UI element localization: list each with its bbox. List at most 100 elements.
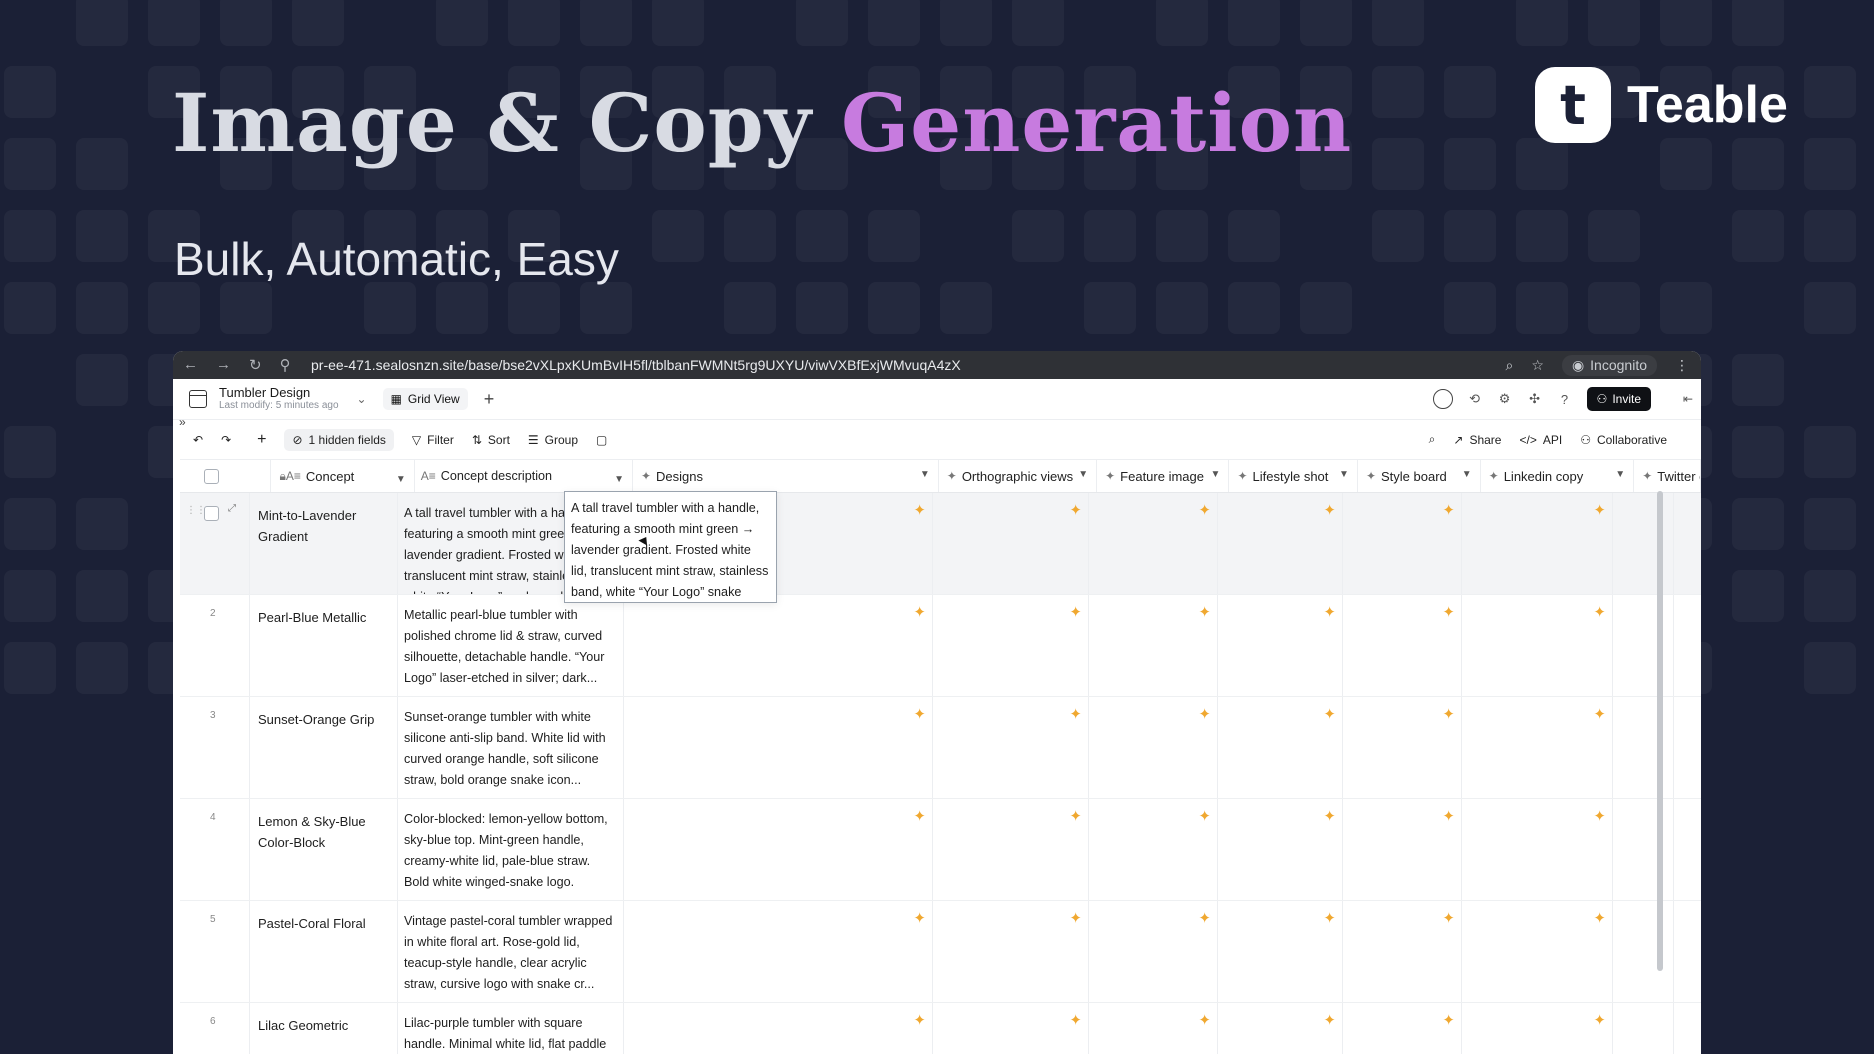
caret-down-icon[interactable]: ▼ xyxy=(1615,469,1625,480)
table-row[interactable]: ⋮⋮ ⤢ Mint-to-Lavender Gradient A tall trave… xyxy=(180,493,1701,595)
ai-generate-cell[interactable]: ✦ xyxy=(1462,595,1613,696)
ai-generate-cell[interactable]: ✦ xyxy=(933,493,1089,594)
ai-generate-cell[interactable]: ✦ xyxy=(1462,697,1613,798)
ai-generate-cell[interactable]: ✦ xyxy=(1218,901,1343,1002)
ai-generate-cell[interactable]: ✦ xyxy=(933,595,1089,696)
ai-generate-cell[interactable]: ✦ xyxy=(1218,799,1343,900)
ai-sparkle-icon[interactable]: ✦ xyxy=(1069,603,1082,621)
table-row[interactable]: 4 Lemon & Sky-Blue Color-Block Color-block… xyxy=(180,799,1701,901)
browser-menu-icon[interactable]: ⋮ xyxy=(1675,357,1689,374)
ai-sparkle-icon[interactable]: ✦ xyxy=(913,705,926,723)
ai-generate-cell[interactable] xyxy=(1613,595,1674,696)
ai-sparkle-icon[interactable]: ✦ xyxy=(1593,909,1606,927)
row-number-cell[interactable]: 2 xyxy=(180,595,250,696)
row-number-cell[interactable]: 4 xyxy=(180,799,250,900)
column-header-orthographic-views[interactable]: ✦ Orthographic views ▼ xyxy=(939,460,1098,492)
column-header-feature-image[interactable]: ✦ Feature image ▼ xyxy=(1097,460,1230,492)
ai-sparkle-icon[interactable]: ✦ xyxy=(1198,705,1211,723)
ai-generate-cell[interactable]: ✦ xyxy=(1343,697,1462,798)
ai-generate-cell[interactable]: ✦ xyxy=(1462,901,1613,1002)
add-view-button[interactable]: + xyxy=(484,389,495,410)
ai-generate-cell[interactable]: ✦ xyxy=(1089,595,1218,696)
ai-sparkle-icon[interactable]: ✦ xyxy=(1442,1011,1455,1029)
ai-generate-cell[interactable]: ✦ xyxy=(1462,1003,1613,1054)
ai-generate-cell[interactable] xyxy=(1613,901,1674,1002)
ai-generate-cell[interactable]: ✦ xyxy=(1343,901,1462,1002)
ai-sparkle-icon[interactable]: ✦ xyxy=(1069,807,1082,825)
ai-sparkle-icon[interactable]: ✦ xyxy=(1069,1011,1082,1029)
undo-icon[interactable]: ↶ xyxy=(193,433,203,447)
ai-generate-cell[interactable]: ✦ xyxy=(1462,493,1613,594)
ai-sparkle-icon[interactable]: ✦ xyxy=(1198,807,1211,825)
row-height-icon[interactable]: ▢ xyxy=(596,433,607,447)
table-title[interactable]: Tumbler Design Last modify: 5 minutes ag… xyxy=(219,386,339,412)
cell-concept-description[interactable]: Vintage pastel-coral tumbler wrapped in … xyxy=(398,901,624,1002)
ai-sparkle-icon[interactable]: ✦ xyxy=(913,1011,926,1029)
row-number-cell[interactable]: 5 xyxy=(180,901,250,1002)
ai-generate-cell[interactable]: ✦ xyxy=(1089,1003,1218,1054)
back-icon[interactable]: ← xyxy=(183,356,198,374)
column-header-style-board[interactable]: ✦ Style board ▼ xyxy=(1358,460,1481,492)
filter-button[interactable]: ▽ Filter xyxy=(412,433,454,447)
plugin-puzzle-icon[interactable]: ✣ xyxy=(1527,391,1543,407)
caret-down-icon[interactable]: ▼ xyxy=(396,469,406,490)
cell-concept[interactable]: Pearl-Blue Metallic xyxy=(250,595,398,696)
caret-down-icon[interactable]: ▼ xyxy=(920,469,930,480)
column-header-twitter-copy[interactable]: ✦ Twitter co xyxy=(1634,460,1701,492)
api-button[interactable]: </> API xyxy=(1519,433,1562,447)
ai-generate-cell[interactable] xyxy=(1613,799,1674,900)
cell-concept[interactable]: Pastel-Coral Floral xyxy=(250,901,398,1002)
ai-generate-cell[interactable]: ✦ xyxy=(933,901,1089,1002)
user-avatar-icon[interactable] xyxy=(1432,389,1453,409)
caret-down-icon[interactable]: ▼ xyxy=(1211,469,1221,480)
ai-sparkle-icon[interactable]: ✦ xyxy=(1442,501,1455,519)
ai-sparkle-icon[interactable]: ✦ xyxy=(1593,807,1606,825)
ai-generate-cell[interactable]: ✦ xyxy=(1089,697,1218,798)
row-number-cell[interactable]: ⋮⋮ ⤢ xyxy=(180,493,250,594)
ai-generate-cell[interactable] xyxy=(1613,1003,1674,1054)
ai-generate-cell[interactable]: ✦ xyxy=(624,901,933,1002)
column-header-concept-description[interactable]: A≡ Concept description ▼ xyxy=(415,460,633,492)
cell-concept-description[interactable]: Color-blocked: lemon-yellow bottom, sky-… xyxy=(398,799,624,900)
row-number-cell[interactable]: 3 xyxy=(180,697,250,798)
cell-concept[interactable]: Sunset-Orange Grip xyxy=(250,697,398,798)
row-checkbox[interactable] xyxy=(204,506,219,521)
column-header-linkedin-copy[interactable]: ✦ Linkedin copy ▼ xyxy=(1481,460,1635,492)
zoom-icon[interactable]: ⌕ xyxy=(1506,357,1514,374)
ai-sparkle-icon[interactable]: ✦ xyxy=(1069,909,1082,927)
sidebar-toggle-icon[interactable]: ⇤ xyxy=(1683,392,1693,406)
ai-sparkle-icon[interactable]: ✦ xyxy=(1198,909,1211,927)
ai-generate-cell[interactable] xyxy=(1613,697,1674,798)
ai-generate-cell[interactable]: ✦ xyxy=(1218,1003,1343,1054)
expand-record-icon[interactable]: ⤢ xyxy=(228,503,236,514)
caret-down-icon[interactable]: ▼ xyxy=(1078,469,1088,480)
ai-sparkle-icon[interactable]: ✦ xyxy=(1198,603,1211,621)
ai-generate-cell[interactable]: ✦ xyxy=(1089,901,1218,1002)
reload-icon[interactable]: ↻ xyxy=(249,356,262,374)
ai-sparkle-icon[interactable]: ✦ xyxy=(913,501,926,519)
incognito-badge[interactable]: ◉ Incognito xyxy=(1561,354,1657,376)
drag-handle-icon[interactable]: ⋮⋮ xyxy=(186,505,206,516)
site-info-icon[interactable]: ⚲ xyxy=(280,356,291,374)
ai-sparkle-icon[interactable]: ✦ xyxy=(1442,807,1455,825)
ai-sparkle-icon[interactable]: ✦ xyxy=(1442,603,1455,621)
hidden-fields-button[interactable]: ⊘ 1 hidden fields xyxy=(284,429,394,451)
caret-down-icon[interactable]: ▼ xyxy=(1339,469,1349,480)
ai-sparkle-icon[interactable]: ✦ xyxy=(913,909,926,927)
cell-concept[interactable]: Lilac Geometric xyxy=(250,1003,398,1054)
ai-generate-cell[interactable]: ✦ xyxy=(1089,799,1218,900)
add-record-button[interactable]: + xyxy=(257,431,266,449)
sort-button[interactable]: ⇅ Sort xyxy=(472,433,510,447)
cell-concept-description[interactable]: Lilac-purple tumbler with square handle.… xyxy=(398,1003,624,1054)
table-row[interactable]: 6 Lilac Geometric Lilac-purple tumbler wit… xyxy=(180,1003,1701,1054)
ai-sparkle-icon[interactable]: ✦ xyxy=(1323,909,1336,927)
url-input[interactable]: pr-ee-471.sealosnzn.site/base/bse2vXLpxK… xyxy=(311,357,961,373)
ai-sparkle-icon[interactable]: ✦ xyxy=(1323,501,1336,519)
ai-sparkle-icon[interactable]: ✦ xyxy=(1323,603,1336,621)
ai-generate-cell[interactable]: ✦ xyxy=(1343,493,1462,594)
cell-concept-description[interactable]: Sunset-orange tumbler with white silicon… xyxy=(398,697,624,798)
ai-sparkle-icon[interactable]: ✦ xyxy=(1323,1011,1336,1029)
help-icon[interactable]: ? xyxy=(1557,391,1573,407)
share-button[interactable]: ↗ Share xyxy=(1453,433,1501,447)
column-header-designs[interactable]: ✦ Designs ▼ xyxy=(633,460,939,492)
